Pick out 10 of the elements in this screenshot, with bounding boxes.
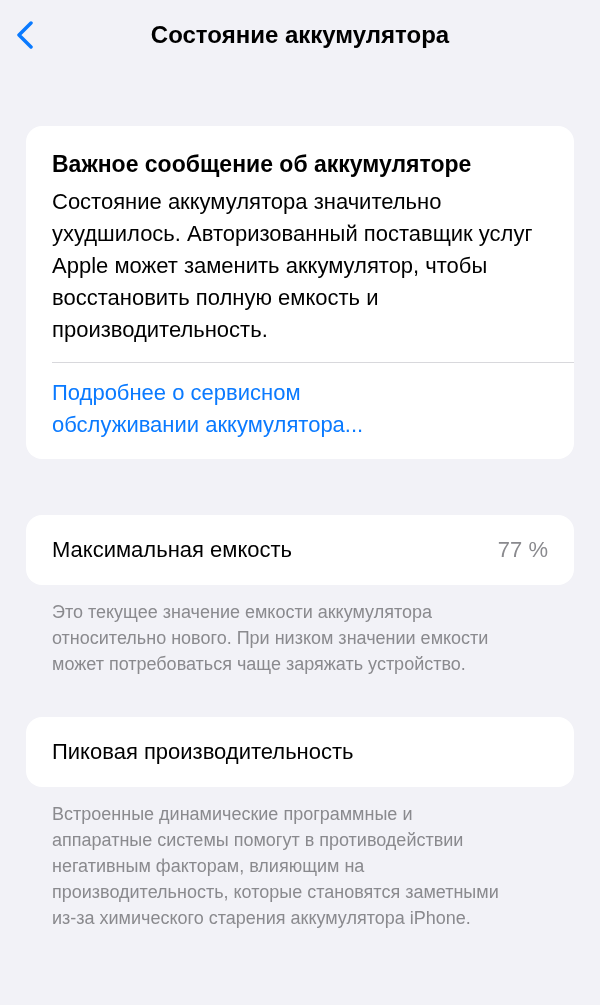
screen-title: Состояние аккумулятора [150, 21, 450, 49]
performance-note: Встроенные динамические программные и аппаратные системы помогут в противодействии негативным факторам, влияющим на производительность, которые становятся заметными из-за химического старения аккумулятора iPhone. [51, 803, 500, 930]
performance-label: Пиковая производительность [52, 739, 354, 765]
service-link[interactable]: Подробнее о сервисном обслуживании аккумулятора... [52, 363, 574, 459]
message-title: Важное сообщение об аккумуляторе [52, 150, 473, 179]
message-text: Состояние аккумулятора значительно ухудшилось. Авторизованный поставщик услуг Apple может заменить аккумулятор, чтобы восстановить полную емкость и производительность. [52, 188, 534, 344]
capacity-note: Это текущее значение емкости аккумулятора относительно нового. При низком значении емкости может потребоваться чаще заряжать устройство. [51, 601, 490, 676]
capacity-label: Максимальная емкость [52, 537, 293, 563]
capacity-value: 77 % [497, 537, 548, 563]
back-chevron-icon [16, 21, 34, 49]
